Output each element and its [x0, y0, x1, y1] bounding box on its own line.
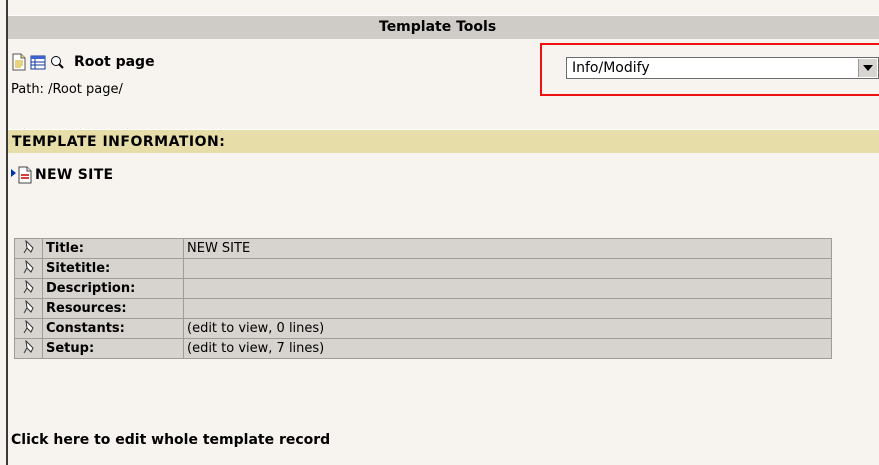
table-row: Constants: (edit to view, 0 lines)	[14, 318, 832, 339]
template-row[interactable]: NEW SITE	[11, 166, 113, 184]
template-title: NEW SITE	[35, 167, 114, 183]
field-label: Constants:	[42, 318, 184, 339]
module-title: Template Tools	[379, 19, 497, 35]
page-path: Path: /Root page/	[11, 82, 123, 97]
field-value: NEW SITE	[183, 238, 832, 259]
field-value	[183, 258, 832, 279]
module-header: Template Tools	[8, 15, 879, 39]
edit-pencil-icon[interactable]	[14, 338, 43, 359]
page-icon[interactable]	[11, 53, 27, 71]
table-row: Title: NEW SITE	[14, 238, 832, 259]
field-label: Resources:	[42, 298, 184, 319]
edit-pencil-icon[interactable]	[14, 258, 43, 279]
table-row: Description:	[14, 278, 832, 299]
edit-pencil-icon[interactable]	[14, 318, 43, 339]
table-row: Sitetitle:	[14, 258, 832, 279]
field-label: Setup:	[42, 338, 184, 359]
field-label: Description:	[42, 278, 184, 299]
function-menu-value: Info/Modify	[572, 60, 650, 76]
template-icon[interactable]	[17, 166, 33, 184]
chevron-down-icon[interactable]	[858, 59, 877, 77]
field-value: (edit to view, 7 lines)	[183, 338, 832, 359]
table-row: Setup: (edit to view, 7 lines)	[14, 338, 832, 359]
edit-pencil-icon[interactable]	[14, 238, 43, 259]
section-title: TEMPLATE INFORMATION:	[12, 134, 226, 150]
edit-pencil-icon[interactable]	[14, 298, 43, 319]
page-title: Root page	[74, 54, 155, 70]
field-label: Title:	[42, 238, 184, 259]
view-magnifier-icon[interactable]	[49, 53, 65, 71]
edit-pencil-icon[interactable]	[14, 278, 43, 299]
function-menu-select[interactable]: Info/Modify	[566, 57, 879, 79]
section-header: TEMPLATE INFORMATION:	[8, 129, 879, 153]
template-info-table: Title: NEW SITE Sitetitle: Description: …	[14, 238, 832, 359]
field-label: Sitetitle:	[42, 258, 184, 279]
table-row: Resources:	[14, 298, 832, 319]
page-info-row: Root page	[11, 52, 155, 72]
edit-whole-template-link[interactable]: Click here to edit whole template record	[11, 432, 330, 448]
field-value: (edit to view, 0 lines)	[183, 318, 832, 339]
left-divider	[6, 0, 8, 465]
field-value	[183, 278, 832, 299]
list-view-icon[interactable]	[30, 53, 46, 71]
field-value	[183, 298, 832, 319]
